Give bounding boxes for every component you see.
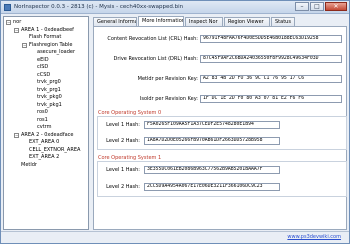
tree-node[interactable]: trvk_pkg1 bbox=[6, 102, 88, 110]
website-link[interactable]: www.ps3devwiki.com bbox=[287, 234, 341, 240]
tree-node-label: trvk_prg0 bbox=[37, 79, 61, 85]
tree-node-label: nor bbox=[13, 19, 22, 25]
metldr-row: Metldr per Revision Key: A2 83 4B 2D FO … bbox=[94, 75, 344, 83]
app-window: NorInspector 0.0.3 - 2813 (c) - Mysis - … bbox=[0, 0, 350, 244]
cos0-group: Level 1 Hash: F5A0265F109AA5F1A37CEDF2E5… bbox=[97, 116, 347, 150]
tree-node-label: Metldr bbox=[21, 161, 37, 168]
tree-node-label: Flash Format bbox=[29, 34, 62, 40]
tree-node[interactable]: eEID bbox=[6, 57, 88, 65]
cos0-level1-field[interactable]: F5A0265F109AA5F1A37CEDF2E5748280E1B94 bbox=[144, 121, 280, 129]
tree-node-label: eEID bbox=[37, 56, 49, 63]
cos0-level1-row: Level 1 Hash: F5A0265F109AA5F1A37CEDF2E5… bbox=[98, 121, 348, 129]
window-title: NorInspector 0.0.3 - 2813 (c) - Mysis - … bbox=[14, 4, 184, 10]
crl-row: Content Revocation List (CRL) Hash: 9679… bbox=[94, 35, 344, 43]
metldr-key-field[interactable]: A2 83 4B 2D FO 36 9C C1 76 95 17 C6 bbox=[200, 75, 342, 83]
tree-node[interactable]: Metldr bbox=[6, 162, 88, 170]
tree-node[interactable]: cISD bbox=[6, 64, 88, 72]
app-icon bbox=[4, 3, 11, 11]
tree-node-label: Flashregion Table bbox=[29, 41, 73, 48]
maximize-button[interactable]: □ bbox=[310, 2, 324, 11]
tree-node-label: ros1 bbox=[37, 116, 48, 123]
close-button[interactable]: ✕ bbox=[325, 2, 347, 11]
tree-node-label: EXT_AREA 0 bbox=[29, 139, 60, 145]
content-area: − nor − AREA 1 - 0xdeadbeef Flash Format − Fla… bbox=[3, 16, 347, 230]
tree-expander-icon[interactable]: − bbox=[14, 132, 19, 138]
drl-hash-field[interactable]: 87C45F9AF2C6BDA24036550F8F9928C49634F03D bbox=[200, 55, 342, 63]
tree-node-label: trvk_pkg0 bbox=[37, 94, 62, 100]
cos0-level1-label: Level 1 Hash: bbox=[106, 122, 140, 128]
cos1-level2-field[interactable]: 2CC5D9A4954A067E17E06DE3211F366106DC9C23 bbox=[144, 183, 280, 191]
more-information-panel: Content Revocation List (CRL) Hash: 9679… bbox=[93, 26, 347, 230]
isoldr-key-field[interactable]: 1F DC 1E 2D F0 80 A3 07 81 E2 F6 F6 bbox=[200, 95, 342, 103]
tree-node[interactable]: − AREA 1 - 0xdeadbeef bbox=[6, 27, 88, 35]
tree-node-label: CELL_EXTNOR_AREA bbox=[29, 146, 81, 153]
tree-node-label: AREA 2 - 0xdeadface bbox=[21, 131, 74, 138]
tree-node[interactable]: EXT_AREA 0 bbox=[6, 139, 88, 147]
crl-hash-field[interactable]: 96791F48FAA76F4D0E5DD5E46B0188EC63D19258 bbox=[200, 35, 342, 43]
tab[interactable]: General Informatio bbox=[93, 17, 137, 26]
cos1-level1-row: Level 1 Hash: 3E355DC061EB2086B963C77562… bbox=[98, 166, 348, 174]
tab[interactable]: Region Viewer bbox=[224, 17, 270, 26]
drl-row: Drive Revocation List (DRL) Hash: 87C45F… bbox=[94, 55, 344, 63]
tree-node[interactable]: trvk_pkg0 bbox=[6, 94, 88, 102]
tree-node[interactable]: − AREA 2 - 0xdeadface bbox=[6, 132, 88, 140]
tree-node[interactable]: − nor bbox=[6, 19, 88, 27]
metldr-label: Metldr per Revision Key: bbox=[137, 76, 198, 82]
cos0-level2-field[interactable]: 1A8A7D2D0E05266FB970AB61DF2663DD5728B958 bbox=[144, 137, 280, 145]
cos0-level2-row: Level 2 Hash: 1A8A7D2D0E05266FB970AB61DF… bbox=[98, 137, 348, 145]
window-controls: – □ ✕ bbox=[294, 2, 347, 12]
tree-node[interactable]: Flash Format bbox=[6, 34, 88, 42]
main-panel: General InformatioMore InformationInspec… bbox=[93, 16, 347, 230]
tree-expander-icon[interactable]: − bbox=[22, 42, 27, 48]
tab[interactable]: Inspect Nor bbox=[185, 17, 223, 26]
tree-node[interactable]: − Flashregion Table bbox=[6, 42, 88, 50]
tree-node[interactable]: ros0 bbox=[6, 109, 88, 117]
tree-node[interactable]: asecure_loader bbox=[6, 49, 88, 57]
tree-node-label: cvtrm bbox=[37, 124, 52, 130]
tab-strip: General InformatioMore InformationInspec… bbox=[93, 16, 347, 26]
tree-node[interactable]: cvtrm bbox=[6, 124, 88, 132]
tree-node-label: AREA 1 - 0xdeadbeef bbox=[21, 26, 74, 33]
crl-label: Content Revocation List (CRL) Hash: bbox=[107, 36, 198, 42]
tree-node[interactable]: trvk_prg1 bbox=[6, 87, 88, 95]
tab[interactable]: Status bbox=[271, 17, 295, 26]
cos1-level1-field[interactable]: 3E355DC061EB2086B963C77562B9AB5201BAAA7F bbox=[144, 166, 280, 174]
tree-node[interactable]: cCSD bbox=[6, 72, 88, 80]
status-bar: www.ps3devwiki.com bbox=[1, 231, 349, 243]
isoldr-row: Isoldr per Revision Key: 1F DC 1E 2D F0 … bbox=[94, 95, 344, 103]
tree-node-label: trvk_prg1 bbox=[37, 86, 61, 93]
tab[interactable]: More Information bbox=[138, 16, 184, 26]
drl-label: Drive Revocation List (DRL) Hash: bbox=[113, 56, 198, 62]
tree-node-label: cCSD bbox=[37, 71, 51, 78]
cos1-group: Level 1 Hash: 3E355DC061EB2086B963C77562… bbox=[97, 161, 347, 197]
tree-node-label: EXT_AREA 2 bbox=[29, 154, 60, 160]
tree-node[interactable]: CELL_EXTNOR_AREA bbox=[6, 147, 88, 155]
tree-node[interactable]: EXT_AREA 2 bbox=[6, 154, 88, 162]
cos0-level2-label: Level 2 Hash: bbox=[106, 138, 140, 144]
title-bar: NorInspector 0.0.3 - 2813 (c) - Mysis - … bbox=[1, 1, 349, 14]
cos1-level2-label: Level 2 Hash: bbox=[106, 184, 140, 190]
tree-expander-icon[interactable]: − bbox=[6, 20, 11, 26]
tree-expander-icon[interactable]: − bbox=[14, 27, 19, 33]
tree-node[interactable]: trvk_prg0 bbox=[6, 79, 88, 87]
minimize-button[interactable]: – bbox=[295, 2, 309, 11]
isoldr-label: Isoldr per Revision Key: bbox=[139, 96, 198, 102]
tree-node-label: trvk_pkg1 bbox=[37, 101, 62, 108]
tree-node[interactable]: ros1 bbox=[6, 117, 88, 125]
cos1-level1-label: Level 1 Hash: bbox=[106, 167, 140, 173]
cos1-level2-row: Level 2 Hash: 2CC5D9A4954A067E17E06DE321… bbox=[98, 183, 348, 191]
region-tree[interactable]: − nor − AREA 1 - 0xdeadbeef Flash Format − Fla… bbox=[3, 16, 89, 230]
tree-node-label: asecure_loader bbox=[37, 49, 76, 55]
tree-node-label: ros0 bbox=[37, 109, 48, 115]
tree-node-label: cISD bbox=[37, 64, 49, 70]
